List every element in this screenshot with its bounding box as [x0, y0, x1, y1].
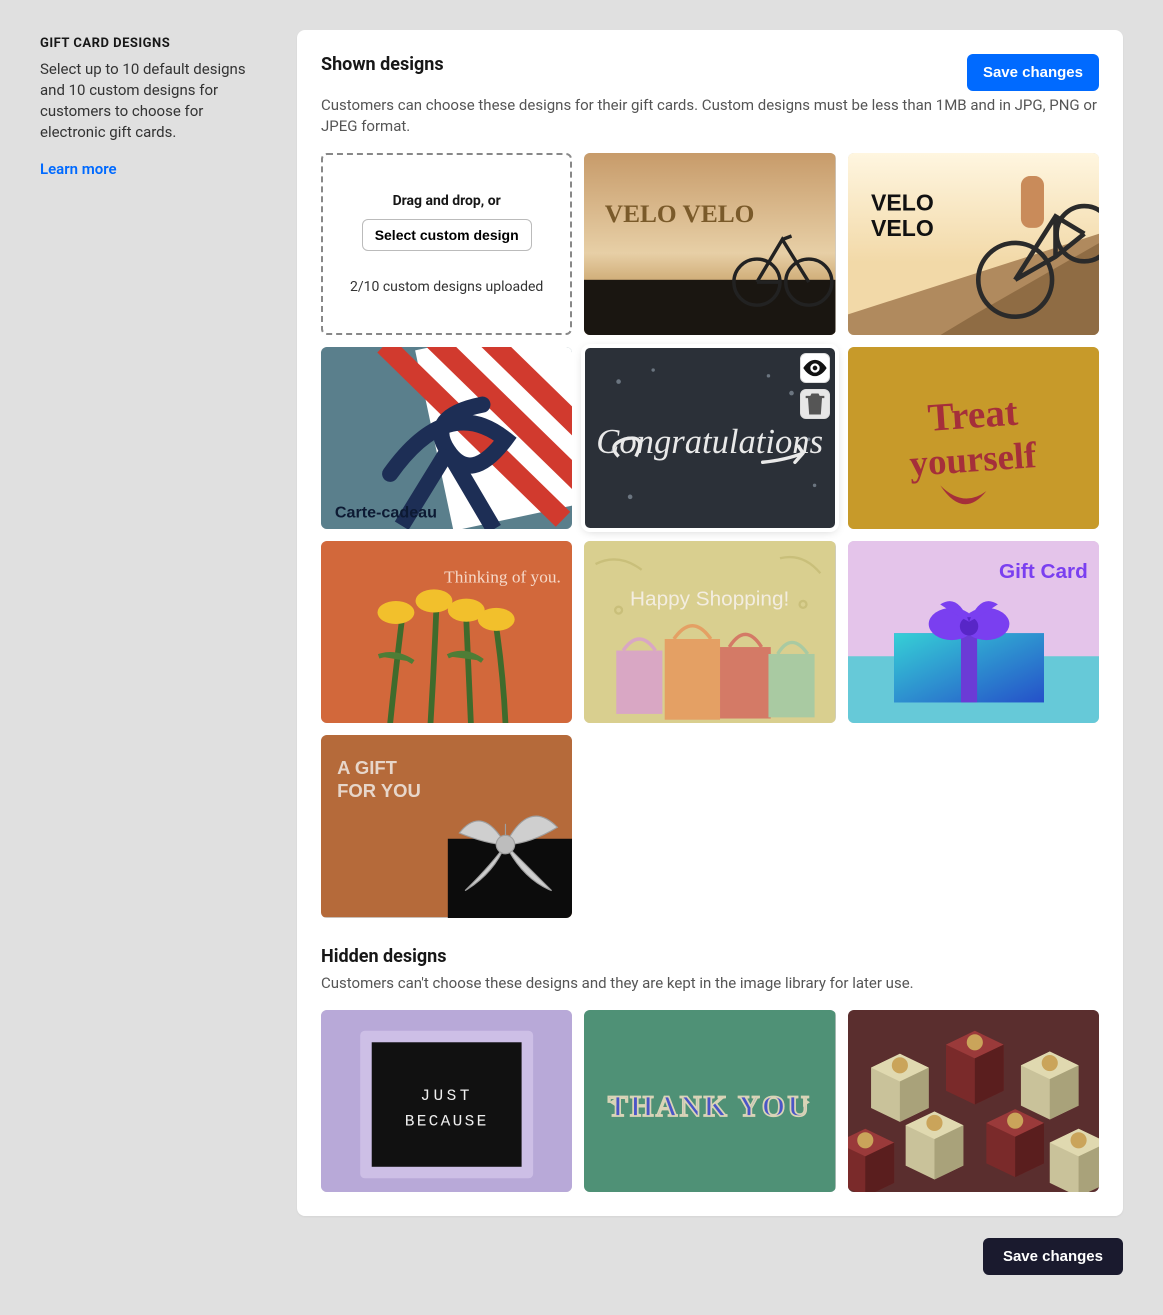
designs-panel: Shown designs Save changes Customers can…: [297, 30, 1123, 1216]
svg-text:Congratulations: Congratulations: [597, 423, 824, 461]
svg-text:Carte-cadeau: Carte-cadeau: [335, 504, 437, 522]
sidebar: GIFT CARD DESIGNS Select up to 10 defaul…: [40, 30, 265, 178]
design-card-thinking-of-you[interactable]: Thinking of you.: [321, 541, 572, 723]
svg-text:JUST: JUST: [420, 1086, 473, 1104]
select-custom-design-button[interactable]: Select custom design: [362, 219, 532, 251]
svg-text:Treat: Treat: [926, 391, 1019, 440]
shown-title: Shown designs: [321, 54, 444, 75]
sidebar-description: Select up to 10 default designs and 10 c…: [40, 59, 265, 143]
learn-more-link[interactable]: Learn more: [40, 160, 117, 178]
svg-text:FOR YOU: FOR YOU: [337, 781, 421, 802]
upload-slot[interactable]: Drag and drop, or Select custom design 2…: [321, 153, 572, 335]
svg-text:VELO: VELO: [871, 215, 934, 241]
shown-description: Customers can choose these designs for t…: [321, 95, 1099, 137]
save-changes-button-bottom[interactable]: Save changes: [983, 1238, 1123, 1275]
svg-text:BECAUSE: BECAUSE: [405, 1112, 489, 1130]
design-card-gift-for-you[interactable]: A GIFT FOR YOU: [321, 735, 572, 917]
svg-text:Thinking of you.: Thinking of you.: [444, 568, 561, 587]
shown-grid: Drag and drop, or Select custom design 2…: [321, 153, 1099, 918]
design-card-treat-yourself[interactable]: Treat yourself: [848, 347, 1099, 529]
sidebar-title: GIFT CARD DESIGNS: [40, 36, 265, 51]
svg-text:Happy Shopping!: Happy Shopping!: [630, 588, 789, 611]
design-card-happy-shopping[interactable]: Happy Shopping!: [584, 541, 835, 723]
trash-icon: [801, 390, 829, 418]
design-card-velo-1[interactable]: VELO VELO: [584, 153, 835, 335]
svg-text:Gift Card: Gift Card: [999, 560, 1088, 583]
design-card-velo-2[interactable]: VELO VELO: [848, 153, 1099, 335]
design-card-gift-card[interactable]: Gift Card: [848, 541, 1099, 723]
svg-text:THANK YOU: THANK YOU: [608, 1090, 812, 1123]
card-text: VELO VELO: [605, 200, 755, 228]
design-card-thank-you[interactable]: THANK YOU: [584, 1010, 835, 1192]
preview-button[interactable]: [800, 353, 830, 383]
hidden-title: Hidden designs: [321, 946, 1099, 967]
design-card-boxes[interactable]: [848, 1010, 1099, 1192]
svg-text:A GIFT: A GIFT: [337, 758, 397, 779]
hidden-description: Customers can't choose these designs and…: [321, 973, 1099, 994]
upload-drag-label: Drag and drop, or: [393, 193, 501, 209]
delete-button[interactable]: [800, 389, 830, 419]
hidden-grid: JUST BECAUSE THANK YOU: [321, 1010, 1099, 1192]
eye-icon: [801, 354, 829, 382]
design-card-carte-cadeau[interactable]: Carte-cadeau: [321, 347, 572, 529]
save-changes-button-top[interactable]: Save changes: [967, 54, 1099, 91]
svg-text:VELO: VELO: [871, 190, 934, 216]
design-card-congratulations[interactable]: Congratulations: [584, 347, 835, 529]
design-card-just-because[interactable]: JUST BECAUSE: [321, 1010, 572, 1192]
upload-count: 2/10 custom designs uploaded: [350, 279, 543, 295]
